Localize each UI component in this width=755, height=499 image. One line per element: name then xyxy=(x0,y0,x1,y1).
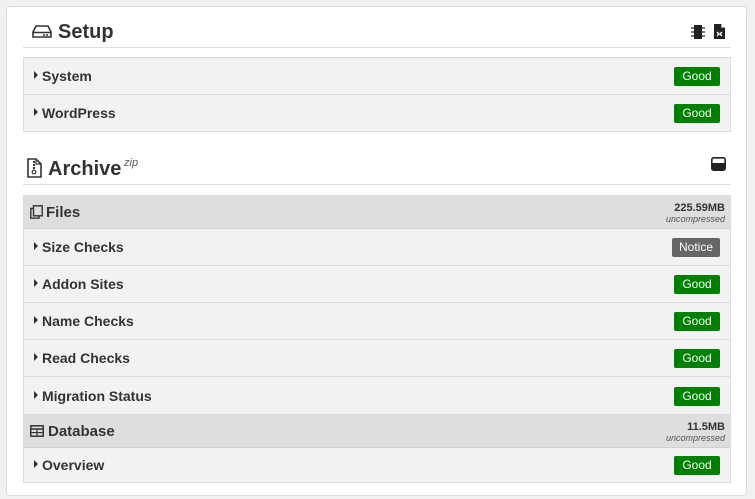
files-group-header: Files 225.59MB uncompressed xyxy=(24,196,730,229)
status-badge: Good xyxy=(674,312,720,331)
microchip-icon[interactable] xyxy=(691,24,705,45)
caret-right-icon xyxy=(34,242,38,250)
database-row-overview[interactable]: Overview Good xyxy=(24,448,730,482)
status-badge: Good xyxy=(674,349,720,368)
database-title: Database xyxy=(48,423,115,440)
setup-row-system[interactable]: System Good xyxy=(24,58,730,95)
status-badge: Good xyxy=(674,67,720,86)
status-badge: Good xyxy=(674,387,720,406)
status-badge: Good xyxy=(674,275,720,294)
caret-right-icon xyxy=(34,391,38,399)
files-row-name-checks[interactable]: Name Checks Good xyxy=(24,303,730,340)
setup-title: Setup xyxy=(58,21,114,43)
database-size: 11.5MB uncompressed xyxy=(665,421,725,444)
caret-right-icon xyxy=(34,460,38,468)
files-row-addon-sites[interactable]: Addon Sites Good xyxy=(24,266,730,303)
copy-icon xyxy=(30,205,43,224)
hdd-icon[interactable] xyxy=(711,157,726,176)
database-group-header: Database 11.5MB uncompressed xyxy=(24,415,730,448)
archive-format: zip xyxy=(124,157,139,169)
caret-right-icon xyxy=(34,71,38,79)
files-row-migration-status[interactable]: Migration Status Good xyxy=(24,377,730,415)
setup-checks: System Good WordPress Good xyxy=(23,57,731,132)
files-title: Files xyxy=(46,204,81,221)
status-badge: Notice xyxy=(671,238,720,257)
archive-title: Archive xyxy=(48,158,122,180)
setup-header: Setup xyxy=(23,18,731,48)
archive-header: Archive zip xyxy=(23,150,731,185)
table-icon xyxy=(30,424,44,442)
files-size: 225.59MB uncompressed xyxy=(665,202,725,225)
file-code-icon[interactable] xyxy=(713,23,726,45)
status-badge: Good xyxy=(674,104,720,123)
caret-right-icon xyxy=(34,279,38,287)
caret-right-icon xyxy=(34,316,38,324)
hard-drive-icon xyxy=(32,25,52,44)
caret-right-icon xyxy=(34,108,38,116)
files-row-size-checks[interactable]: Size Checks Notice xyxy=(24,229,730,266)
setup-row-wordpress[interactable]: WordPress Good xyxy=(24,95,730,132)
status-badge: Good xyxy=(674,456,720,475)
file-archive-icon xyxy=(27,158,42,183)
caret-right-icon xyxy=(34,353,38,361)
files-row-read-checks[interactable]: Read Checks Good xyxy=(24,340,730,377)
archive-checks: Files 225.59MB uncompressed Size Checks … xyxy=(23,195,731,483)
